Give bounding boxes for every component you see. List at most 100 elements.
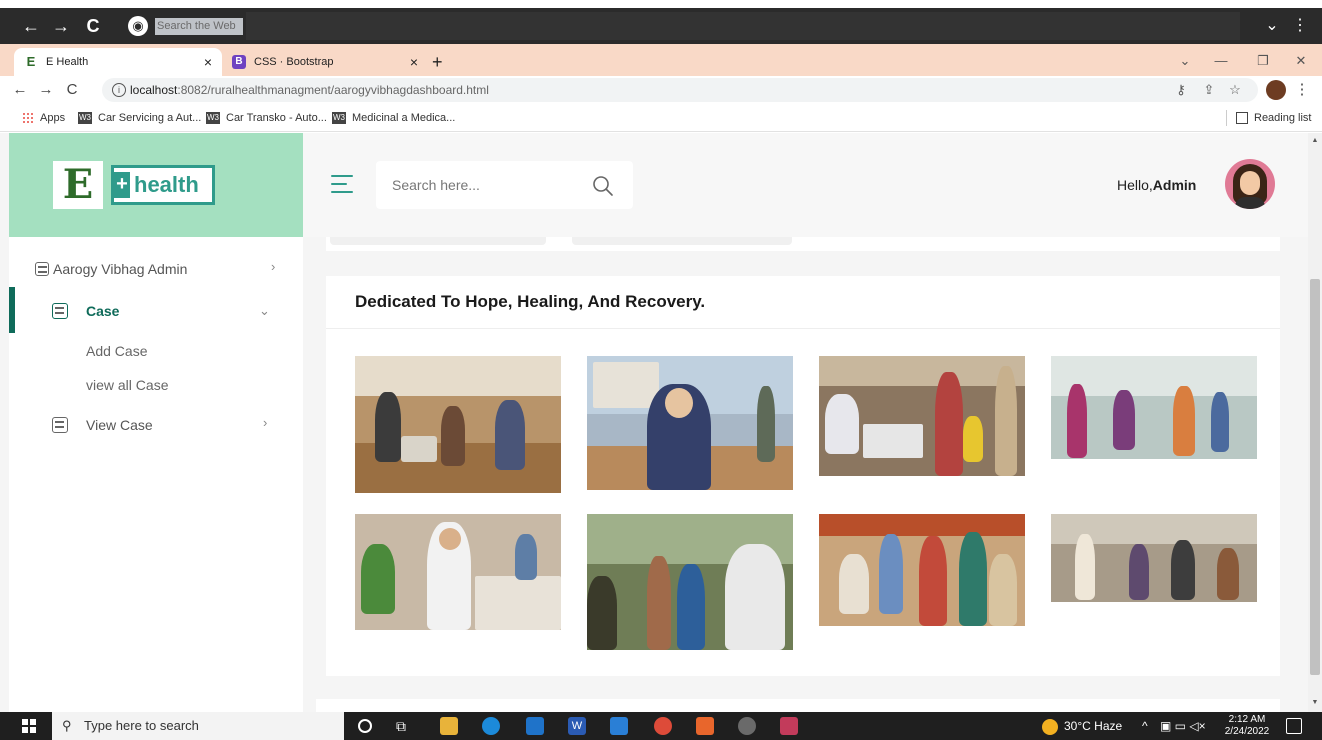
dashboard-icon: [35, 262, 49, 276]
bootstrap-favicon-icon: B: [232, 55, 246, 69]
task-view-icon[interactable]: ⧉: [392, 717, 410, 735]
xampp-icon[interactable]: [696, 717, 714, 735]
taskbar-search-placeholder: Type here to search: [84, 718, 199, 733]
plus-icon: +: [114, 172, 130, 198]
edge-icon[interactable]: [482, 717, 500, 735]
more-menu-icon[interactable]: ⋮: [1290, 14, 1310, 38]
tab-strip: E E Health × B CSS · Bootstrap × + ⌄ — ❐…: [0, 44, 1322, 76]
chrome-icon[interactable]: [654, 717, 672, 735]
user-name: Admin: [1152, 177, 1197, 193]
minimize-icon[interactable]: —: [1212, 50, 1230, 72]
bookmark-item[interactable]: W3 Car Transko - Auto...: [206, 104, 327, 132]
taskbar: ⚲ Type here to search ⧉ W 30°C Haze ^ ▣ …: [0, 712, 1322, 740]
add-case-link[interactable]: Add Case: [86, 343, 147, 359]
logo-text: health: [134, 172, 199, 197]
taskbar-search[interactable]: ⚲ Type here to search: [52, 712, 344, 740]
tab-css-bootstrap[interactable]: B CSS · Bootstrap ×: [222, 48, 428, 76]
w3-icon: W3: [332, 112, 346, 125]
close-window-icon[interactable]: ✕: [1292, 50, 1310, 72]
tab-e-health[interactable]: E E Health ×: [14, 48, 222, 76]
gallery-photo: [819, 514, 1025, 626]
cortana-icon[interactable]: [358, 719, 372, 733]
gallery-photo: [587, 514, 793, 650]
sidebar-item-label: Case: [86, 303, 120, 319]
tab-search-icon[interactable]: ⌄: [1176, 50, 1194, 72]
sidebar-item-aarogy-vibhag-admin[interactable]: Aarogy Vibhag Admin ›: [9, 259, 303, 281]
reading-list-icon: [1236, 112, 1248, 125]
url-text: localhost:8082/ruralhealthmanagment/aaro…: [130, 83, 489, 97]
scroll-up-icon[interactable]: ▲: [1308, 137, 1322, 144]
chevron-down-icon[interactable]: ⌄: [1262, 14, 1282, 38]
greeting: Hello,Admin: [1117, 177, 1197, 193]
top-bar-fill: [246, 12, 1240, 40]
windows-start-icon[interactable]: [22, 719, 36, 733]
chevron-down-icon: ⌄: [259, 303, 270, 318]
w3-icon: W3: [78, 112, 92, 125]
e-logo-mark: E: [53, 161, 103, 209]
top-card-strip: [326, 237, 1280, 251]
key-icon[interactable]: ⚷: [1172, 78, 1190, 102]
top-bar: ← → C ◉ Search the Web ⌄ ⋮: [0, 8, 1322, 44]
back-arrow-icon[interactable]: ←: [10, 78, 30, 102]
profile-avatar[interactable]: [1266, 80, 1286, 100]
sidebar-item-label: View Case: [86, 417, 153, 433]
gallery-photo: [1051, 514, 1257, 602]
close-tab-icon[interactable]: ×: [204, 48, 212, 76]
gallery-card: Dedicated To Hope, Healing, And Recovery…: [326, 276, 1280, 676]
url-field[interactable]: i localhost:8082/ruralhealthmanagment/aa…: [102, 78, 1258, 102]
sidebar-item-case[interactable]: Case ⌄: [9, 301, 303, 323]
weather[interactable]: 30°C Haze: [1042, 712, 1122, 740]
notification-icon[interactable]: [1286, 718, 1302, 734]
weather-icon: [1042, 718, 1058, 735]
restore-icon[interactable]: ❐: [1254, 50, 1272, 72]
chevron-right-icon: ›: [271, 259, 276, 274]
reading-list[interactable]: Reading list: [1236, 104, 1311, 132]
new-tab-button[interactable]: +: [432, 48, 443, 76]
health-logo: + health: [111, 165, 215, 205]
tray-chevron-icon[interactable]: ^: [1142, 712, 1148, 740]
chevron-right-icon: ›: [263, 415, 268, 430]
scrollbar-thumb[interactable]: [1310, 279, 1320, 675]
word-icon[interactable]: W: [568, 717, 586, 735]
bookmark-item[interactable]: W3 Car Servicing a Aut...: [78, 104, 201, 132]
divider: [1226, 110, 1227, 126]
hamburger-menu-icon[interactable]: [331, 175, 353, 193]
store-icon[interactable]: [610, 717, 628, 735]
back-arrow-icon[interactable]: ←: [20, 14, 42, 38]
web-search-input[interactable]: Search the Web: [155, 18, 243, 35]
gallery-photo: [355, 514, 561, 630]
close-tab-icon[interactable]: ×: [410, 48, 418, 76]
bookmark-item[interactable]: W3 Medicinal a Medica...: [332, 104, 455, 132]
view-all-case-link[interactable]: view all Case: [86, 377, 168, 393]
tray-icons[interactable]: ▣ ▭ ◁×: [1160, 712, 1206, 740]
gallery-photo: [355, 356, 561, 493]
settings-gear-icon[interactable]: [738, 717, 756, 735]
page-scrollbar[interactable]: ▲ ▼: [1308, 133, 1322, 712]
avatar[interactable]: [1225, 159, 1275, 209]
tab-title: E Health: [46, 56, 89, 68]
star-icon[interactable]: ☆: [1226, 78, 1244, 102]
search-icon[interactable]: [592, 175, 614, 197]
section-title: Dedicated To Hope, Healing, And Recovery…: [355, 292, 706, 311]
file-explorer-icon[interactable]: [440, 717, 458, 735]
search-input[interactable]: [392, 173, 572, 197]
info-icon[interactable]: i: [112, 83, 126, 97]
reload-icon[interactable]: C: [82, 14, 104, 38]
search-icon: ⚲: [62, 718, 72, 733]
search-box: [376, 161, 633, 209]
more-menu-icon[interactable]: ⋮: [1292, 78, 1312, 102]
share-icon[interactable]: ⇪: [1200, 78, 1218, 102]
sidebar: Aarogy Vibhag Admin › Case ⌄ Add Case vi…: [9, 237, 303, 712]
sidebar-item-view-case[interactable]: View Case ›: [9, 415, 303, 437]
gallery-photo: [819, 356, 1025, 476]
app-icon[interactable]: [780, 717, 798, 735]
forward-arrow-icon[interactable]: →: [36, 78, 56, 102]
forward-arrow-icon[interactable]: →: [50, 14, 72, 38]
w3-icon: W3: [206, 112, 220, 125]
mail-icon[interactable]: [526, 717, 544, 735]
reload-icon[interactable]: C: [62, 78, 82, 102]
clock[interactable]: 2:12 AM 2/24/2022: [1222, 714, 1272, 738]
scroll-down-icon[interactable]: ▼: [1308, 699, 1322, 706]
bookmark-apps[interactable]: Apps: [22, 104, 65, 132]
view-case-icon: [52, 417, 68, 433]
